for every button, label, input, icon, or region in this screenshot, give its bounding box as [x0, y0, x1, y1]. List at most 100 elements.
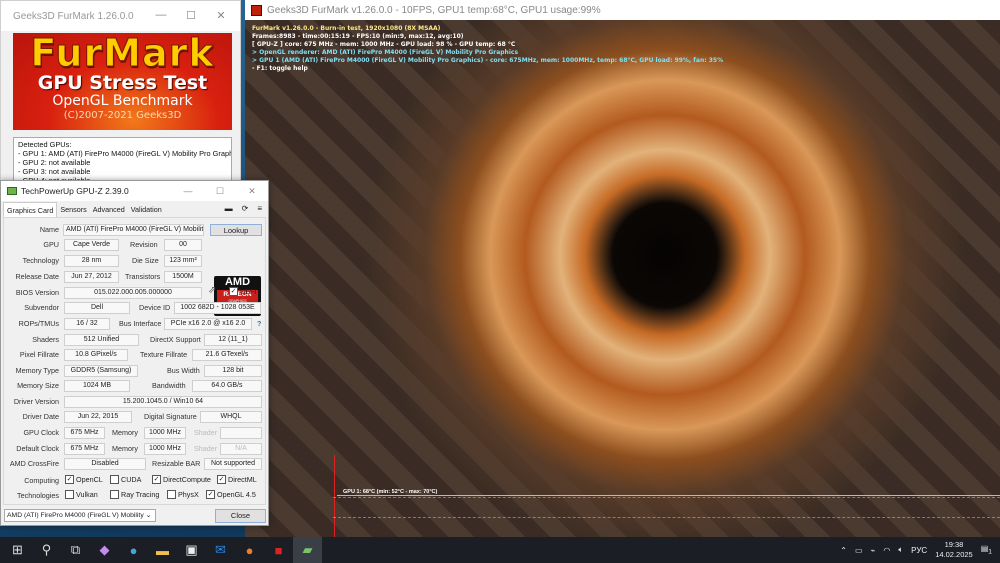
- refresh-icon[interactable]: ⟳: [242, 204, 249, 213]
- label: Driver Date: [22, 412, 59, 421]
- start-button[interactable]: ⊞: [3, 537, 32, 563]
- label: Driver Version: [13, 397, 59, 406]
- help-icon[interactable]: ?: [257, 319, 261, 328]
- minimize-button[interactable]: —: [146, 1, 176, 29]
- wifi-icon[interactable]: ◠: [883, 546, 890, 555]
- label: OpenCL: [76, 475, 103, 484]
- osd-line: [ GPU-Z ] core: 675 MHz - mem: 1000 MHz …: [252, 41, 516, 48]
- search-icon[interactable]: ⚲: [32, 537, 61, 563]
- default-shader-clock-field[interactable]: N/A: [220, 443, 262, 455]
- texture-fillrate-field[interactable]: 21.6 GTexel/s: [192, 349, 262, 361]
- memory-size-field[interactable]: 1024 MB: [64, 380, 130, 392]
- chevron-up-icon[interactable]: ⌃: [840, 546, 847, 555]
- default-memory-clock-field[interactable]: 1000 MHz: [144, 443, 186, 455]
- tab-graphics-card[interactable]: Graphics Card: [3, 202, 58, 217]
- language-indicator[interactable]: РУС: [911, 546, 927, 555]
- driver-version-field[interactable]: 15.200.1045.0 / Win10 64: [64, 396, 262, 408]
- share-icon[interactable]: ⇗: [208, 285, 216, 296]
- selected-gpu: AMD (ATI) FirePro M4000 (FireGL V) Mobil…: [7, 512, 144, 519]
- meet-icon[interactable]: ▭: [855, 546, 863, 555]
- driver-date-field[interactable]: Jun 22, 2015: [64, 411, 132, 423]
- label: Memory Size: [17, 381, 59, 390]
- minimize-button[interactable]: —: [172, 181, 204, 201]
- shader-clock-field[interactable]: [220, 427, 262, 439]
- die-size-field[interactable]: 123 mm²: [164, 255, 202, 267]
- vulkan-checkbox[interactable]: [65, 490, 74, 499]
- file-explorer-icon[interactable]: ▬: [148, 537, 177, 563]
- lookup-button[interactable]: Lookup: [210, 224, 262, 236]
- outlook-icon[interactable]: ✉: [206, 537, 235, 563]
- directcompute-checkbox[interactable]: ✓: [152, 475, 161, 484]
- opengl-checkbox[interactable]: ✓: [206, 490, 215, 499]
- chevron-down-icon: ⌄: [145, 512, 152, 519]
- tab-advanced[interactable]: Advanced: [90, 202, 128, 217]
- menu-icon[interactable]: ≡: [257, 204, 262, 213]
- temperature-label: GPU 1: 68°C (min: 52°C - max: 70°C): [343, 489, 438, 495]
- label: Device ID: [139, 303, 171, 312]
- camera-icon[interactable]: ▬: [225, 204, 233, 213]
- window-title: Geeks3D FurMark v1.26.0.0 - 10FPS, GPU1 …: [267, 4, 601, 16]
- crossfire-field[interactable]: Disabled: [64, 458, 146, 470]
- volume-icon[interactable]: 🔈︎: [898, 545, 903, 555]
- close-button[interactable]: ✕: [236, 181, 268, 201]
- notification-icon[interactable]: ▤1: [981, 544, 992, 556]
- gpu-field[interactable]: Cape Verde: [64, 239, 119, 251]
- logo-subtitle-2: OpenGL Benchmark: [52, 93, 193, 109]
- date: 14.02.2025: [935, 550, 973, 559]
- gpuz-icon: [7, 187, 17, 195]
- physx-checkbox[interactable]: [167, 490, 176, 499]
- furmark-taskbar-icon[interactable]: ■: [264, 537, 293, 563]
- bandwidth-field[interactable]: 64.0 GB/s: [192, 380, 262, 392]
- osd-overlay: FurMark v1.26.0.0 - Burn-in test, 1920x1…: [252, 25, 723, 73]
- osd-line: Frames:8983 - time:00:15:19 - FPS:10 (mi…: [252, 33, 464, 40]
- digital-signature-field[interactable]: WHQL: [200, 411, 262, 423]
- label: Computing: [24, 476, 59, 485]
- close-button[interactable]: ✕: [206, 1, 236, 29]
- name-field[interactable]: AMD (ATI) FirePro M4000 (FireGL V) Mobil…: [63, 224, 204, 236]
- device-id-field[interactable]: 1002 682D - 1028 053E: [174, 302, 261, 314]
- gpuz-taskbar-icon[interactable]: ▰: [293, 537, 322, 563]
- store-icon[interactable]: ▣: [177, 537, 206, 563]
- bus-width-field[interactable]: 128 bit: [204, 365, 262, 377]
- label: GPU: [43, 240, 59, 249]
- shaders-field[interactable]: 512 Unified: [64, 334, 139, 346]
- edge-icon[interactable]: ●: [119, 537, 148, 563]
- maximize-button[interactable]: ☐: [176, 1, 206, 29]
- taskbar: ⊞ ⚲ ⧉ ◆ ● ▬ ▣ ✉ ● ■ ▰ ⌃ ▭ ⌁ ◠ 🔈︎ РУС 19:…: [0, 537, 1000, 563]
- gpu-select-dropdown[interactable]: AMD (ATI) FirePro M4000 (FireGL V) Mobil…: [4, 509, 156, 522]
- label: Name: [39, 225, 59, 234]
- bus-interface-field[interactable]: PCIe x16 2.0 @ x16 2.0: [164, 318, 252, 330]
- network-adapter-icon[interactable]: ⌁: [871, 546, 876, 555]
- pixel-fillrate-field[interactable]: 10.8 GPixel/s: [64, 349, 128, 361]
- revision-field[interactable]: 00: [164, 239, 202, 251]
- memory-clock-field[interactable]: 1000 MHz: [144, 427, 186, 439]
- resizable-bar-field[interactable]: Not supported: [204, 458, 262, 470]
- cuda-checkbox[interactable]: [110, 475, 119, 484]
- release-date-field[interactable]: Jun 27, 2012: [64, 271, 119, 283]
- tab-sensors[interactable]: Sensors: [57, 202, 89, 217]
- task-view-icon[interactable]: ⧉: [61, 537, 90, 563]
- copilot-icon[interactable]: ◆: [90, 537, 119, 563]
- uefi-checkbox[interactable]: ✓: [229, 287, 238, 296]
- bios-version-field[interactable]: 015.022.000.005.000000: [64, 287, 202, 299]
- subvendor-field[interactable]: Dell: [64, 302, 130, 314]
- close-gpuz-button[interactable]: Close: [215, 509, 266, 523]
- window-title: TechPowerUp GPU-Z 2.39.0: [21, 186, 129, 196]
- technology-field[interactable]: 28 nm: [64, 255, 119, 267]
- firefox-icon[interactable]: ●: [235, 537, 264, 563]
- gpu-clock-field[interactable]: 675 MHz: [64, 427, 105, 439]
- memory-type-field[interactable]: GDDR5 (Samsung): [64, 365, 138, 377]
- maximize-button[interactable]: ☐: [204, 181, 236, 201]
- label: Transistors: [125, 272, 161, 281]
- opencl-checkbox[interactable]: ✓: [65, 475, 74, 484]
- ray-tracing-checkbox[interactable]: [110, 490, 119, 499]
- clock[interactable]: 19:38 14.02.2025: [935, 540, 973, 560]
- label: UEFI: [240, 287, 257, 296]
- directx-field[interactable]: 12 (11_1): [204, 334, 262, 346]
- transistors-field[interactable]: 1500M: [164, 271, 202, 283]
- rops-tmus-field[interactable]: 16 / 32: [64, 318, 110, 330]
- default-clock-field[interactable]: 675 MHz: [64, 443, 105, 455]
- directml-checkbox[interactable]: ✓: [217, 475, 226, 484]
- furmark-render-window: Geeks3D FurMark v1.26.0.0 - 10FPS, GPU1 …: [245, 0, 1000, 537]
- tab-validation[interactable]: Validation: [128, 202, 165, 217]
